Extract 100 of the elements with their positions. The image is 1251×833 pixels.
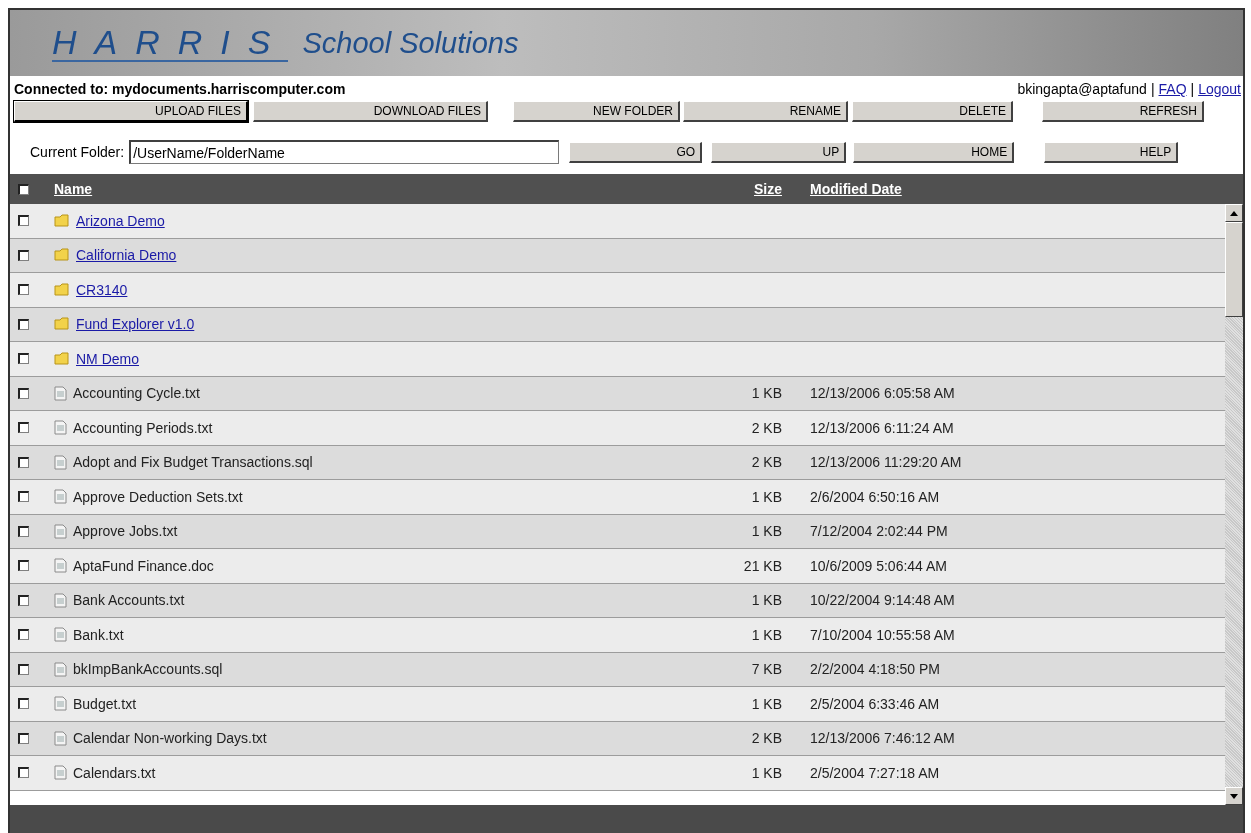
separator: | [1190,81,1195,97]
file-row[interactable]: AptaFund Finance.doc 21 KB 10/6/2009 5:06:44 AM [10,549,1225,584]
document-icon [54,385,67,401]
row-checkbox[interactable] [18,663,29,675]
document-icon [54,627,67,643]
file-name: Calendars.txt [73,764,156,781]
column-header[interactable]: Name [54,181,93,197]
file-row[interactable]: Adopt and Fix Budget Transactions.sql 2 KB 12/13/2006 11:29:20 AM [10,445,1225,480]
toolbar-button[interactable]: DOWNLOAD FILES [253,101,488,122]
row-checkbox[interactable] [18,456,29,468]
scrollbar[interactable] [1225,204,1243,805]
file-size: 1 KB [751,523,782,540]
user-name: bkingapta@aptafund [1017,81,1147,97]
file-row[interactable]: Approve Jobs.txt 1 KB 7/12/2004 2:02:44 PM [10,514,1225,549]
file-name: bkImpBankAccounts.sql [73,661,223,678]
document-icon [54,592,67,608]
toolbar-button[interactable]: REFRESH [1042,101,1204,122]
row-checkbox[interactable] [18,629,29,641]
file-name: Adopt and Fix Budget Transactions.sql [73,454,313,471]
file-size: 7 KB [751,661,782,678]
file-row[interactable]: bkImpBankAccounts.sql 7 KB 2/2/2004 4:18:50 PM [10,652,1225,687]
folder-link[interactable]: Arizona Demo [76,212,165,229]
file-row[interactable]: Accounting Cycle.txt 1 KB 12/13/2006 6:05:58 AM [10,376,1225,411]
folder-path-field[interactable]: /UserName/FolderName [129,140,560,164]
row-checkbox[interactable] [18,284,29,296]
logo: HARRIS [52,24,289,62]
folder-link[interactable]: NM Demo [76,350,139,367]
row-checkbox[interactable] [18,387,29,399]
file-size: 21 KB [743,557,782,574]
scroll-up-icon[interactable] [1230,210,1238,216]
row-checkbox[interactable] [18,215,29,227]
scroll-down-icon[interactable] [1230,793,1238,799]
row-checkbox[interactable] [18,732,29,744]
file-row[interactable]: Calendar Non-working Days.txt 2 KB 12/13/2006 7:46:12 AM [10,721,1225,756]
file-size: 2 KB [751,730,782,747]
file-row[interactable]: Budget.txt 1 KB 2/5/2004 6:33:46 AM [10,687,1225,722]
separator: | [1150,81,1155,97]
logo-subtitle: School Solutions [302,26,519,60]
file-size: 1 KB [751,695,782,712]
folder-icon [54,213,70,228]
file-name: Budget.txt [73,695,137,712]
row-checkbox[interactable] [18,422,29,434]
folder-link[interactable]: California Demo [76,247,177,264]
folder-link[interactable]: Fund Explorer v1.0 [76,316,195,333]
row-checkbox[interactable] [18,353,29,365]
toolbar-button[interactable]: NEW FOLDER [513,101,680,122]
file-row[interactable]: Accounting Periods.txt 2 KB 12/13/2006 6:11:24 AM [10,411,1225,446]
folder-icon [54,351,70,366]
file-name: Bank Accounts.txt [73,592,185,609]
file-row[interactable]: CR3140 [10,273,1225,308]
row-checkbox[interactable] [18,318,29,330]
modified-date: 7/10/2004 10:55:58 AM [810,626,956,643]
row-checkbox[interactable] [18,698,29,710]
toolbar-button[interactable]: HOME [853,141,1015,163]
file-size: 1 KB [751,592,782,609]
file-size: 1 KB [751,764,782,781]
file-name: Approve Deduction Sets.txt [73,488,243,505]
file-size: 2 KB [751,454,782,471]
current-folder-label: Current Folder: [30,144,125,160]
column-header[interactable]: Size [754,181,782,197]
toolbar-button[interactable]: DELETE [852,101,1013,122]
modified-date: 12/13/2006 6:11:24 AM [810,419,955,436]
header-link[interactable]: FAQ [1158,81,1187,97]
toolbar-button[interactable]: RENAME [683,101,848,122]
modified-date: 10/6/2009 5:06:44 AM [810,557,948,574]
file-row[interactable]: Bank.txt 1 KB 7/10/2004 10:55:58 AM [10,618,1225,653]
document-icon [54,523,67,539]
row-checkbox[interactable] [18,767,29,779]
file-size: 2 KB [751,419,782,436]
file-row[interactable]: Arizona Demo [10,204,1225,239]
toolbar-button[interactable]: UP [711,141,847,163]
toolbar-button[interactable]: UPLOAD FILES [14,101,248,122]
scroll-thumb[interactable] [1225,222,1243,317]
row-checkbox[interactable] [18,491,29,503]
file-name: Accounting Cycle.txt [73,385,200,402]
file-row[interactable]: Bank Accounts.txt 1 KB 10/22/2004 9:14:48 AM [10,583,1225,618]
file-row[interactable]: Approve Deduction Sets.txt 1 KB 2/6/2004 6:50:16 AM [10,480,1225,515]
document-icon [54,454,67,470]
column-header[interactable]: Modified Date [810,181,902,197]
toolbar-button[interactable]: HELP [1044,141,1179,163]
header-link[interactable]: Logout [1198,81,1241,97]
folder-link[interactable]: CR3140 [76,281,128,298]
modified-date: 2/5/2004 7:27:18 AM [810,764,941,781]
file-row[interactable]: Calendars.txt 1 KB 2/5/2004 7:27:18 AM [10,756,1225,791]
folder-icon [54,248,70,263]
toolbar-button[interactable]: GO [569,141,703,163]
file-name: Bank.txt [73,626,124,643]
file-row[interactable]: California Demo [10,238,1225,273]
file-row[interactable]: Fund Explorer v1.0 [10,307,1225,342]
row-checkbox[interactable] [18,560,29,572]
file-name: Calendar Non-working Days.txt [73,730,267,747]
file-row[interactable]: NM Demo [10,342,1225,377]
document-icon [54,489,67,505]
row-checkbox[interactable] [18,525,29,537]
modified-date: 2/6/2004 6:50:16 AM [810,488,941,505]
file-name: Approve Jobs.txt [73,523,178,540]
row-checkbox[interactable] [18,594,29,606]
row-checkbox[interactable] [18,249,29,261]
select-all-checkbox[interactable] [18,183,29,195]
file-name: Accounting Periods.txt [73,419,213,436]
